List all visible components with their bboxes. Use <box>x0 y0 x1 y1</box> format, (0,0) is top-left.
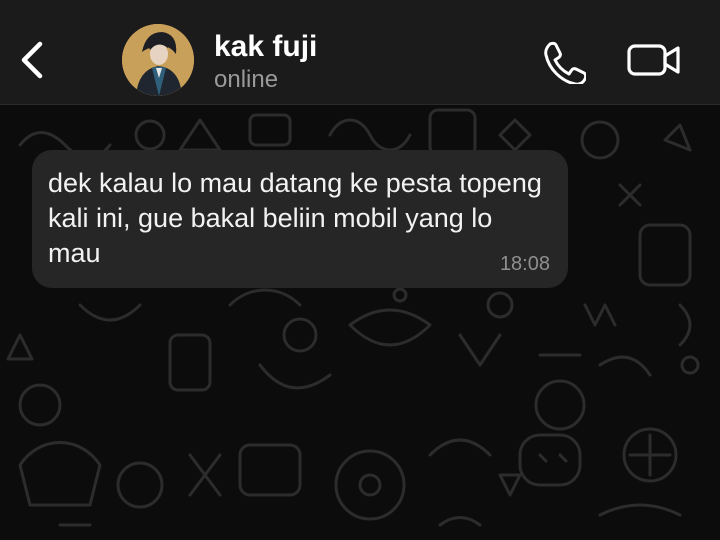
chat-header: kak fuji online <box>0 0 720 105</box>
chat-screen: kak fuji online dek kalau lo mau datang … <box>0 0 720 540</box>
avatar[interactable] <box>122 24 194 96</box>
video-call-button[interactable] <box>626 40 682 80</box>
video-camera-icon <box>627 44 680 76</box>
voice-call-button[interactable] <box>540 38 588 86</box>
chevron-left-icon <box>21 41 43 79</box>
message-bubble-incoming[interactable]: dek kalau lo mau datang ke pesta topeng … <box>32 150 568 288</box>
message-timestamp: 18:08 <box>499 253 550 275</box>
phone-icon <box>544 41 588 86</box>
avatar-image <box>122 24 194 96</box>
message-text: dek kalau lo mau datang ke pesta topeng … <box>48 168 542 268</box>
contact-name[interactable]: kak fuji <box>214 30 317 64</box>
contact-status: online <box>214 66 279 93</box>
back-button[interactable] <box>14 38 50 82</box>
